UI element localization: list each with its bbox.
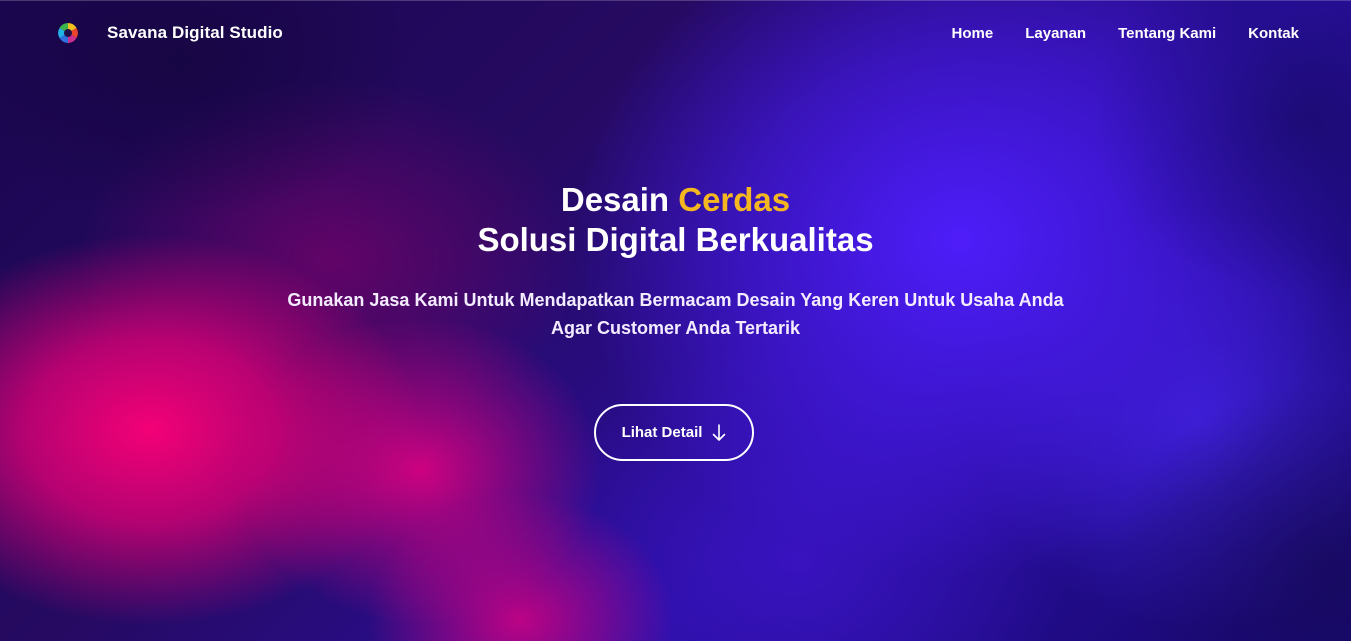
nav-item-home[interactable]: Home: [952, 25, 994, 42]
headline-part1: Desain: [560, 181, 670, 218]
hero-subtitle: Gunakan Jasa Kami Untuk Mendapatkan Berm…: [246, 286, 1106, 342]
nav-item-kontak[interactable]: Kontak: [1248, 25, 1299, 42]
arrow-down-icon: [712, 423, 726, 442]
main-nav: Home Layanan Tentang Kami Kontak: [952, 25, 1299, 42]
headline-accent: Cerdas: [678, 181, 791, 218]
headline-line2: Solusi Digital Berkualitas: [477, 221, 874, 258]
cta-label: Lihat Detail: [621, 424, 703, 441]
brand[interactable]: Savana Digital Studio: [56, 21, 283, 45]
colorful-pinwheel-icon: [56, 21, 80, 45]
hero-section: Desain Cerdas Solusi Digital Berkualitas…: [0, 180, 1351, 342]
subtitle-line2: Agar Customer Anda Tertarik: [550, 318, 801, 338]
subtitle-line1: Gunakan Jasa Kami Untuk Mendapatkan Berm…: [287, 290, 1064, 310]
nav-item-tentang-kami[interactable]: Tentang Kami: [1118, 25, 1216, 42]
top-navbar: Savana Digital Studio Home Layanan Tenta…: [0, 0, 1351, 67]
brand-name: Savana Digital Studio: [107, 23, 283, 42]
lihat-detail-button[interactable]: Lihat Detail: [594, 404, 754, 461]
hero-headline: Desain Cerdas Solusi Digital Berkualitas: [0, 180, 1351, 260]
nav-item-layanan[interactable]: Layanan: [1025, 25, 1086, 42]
